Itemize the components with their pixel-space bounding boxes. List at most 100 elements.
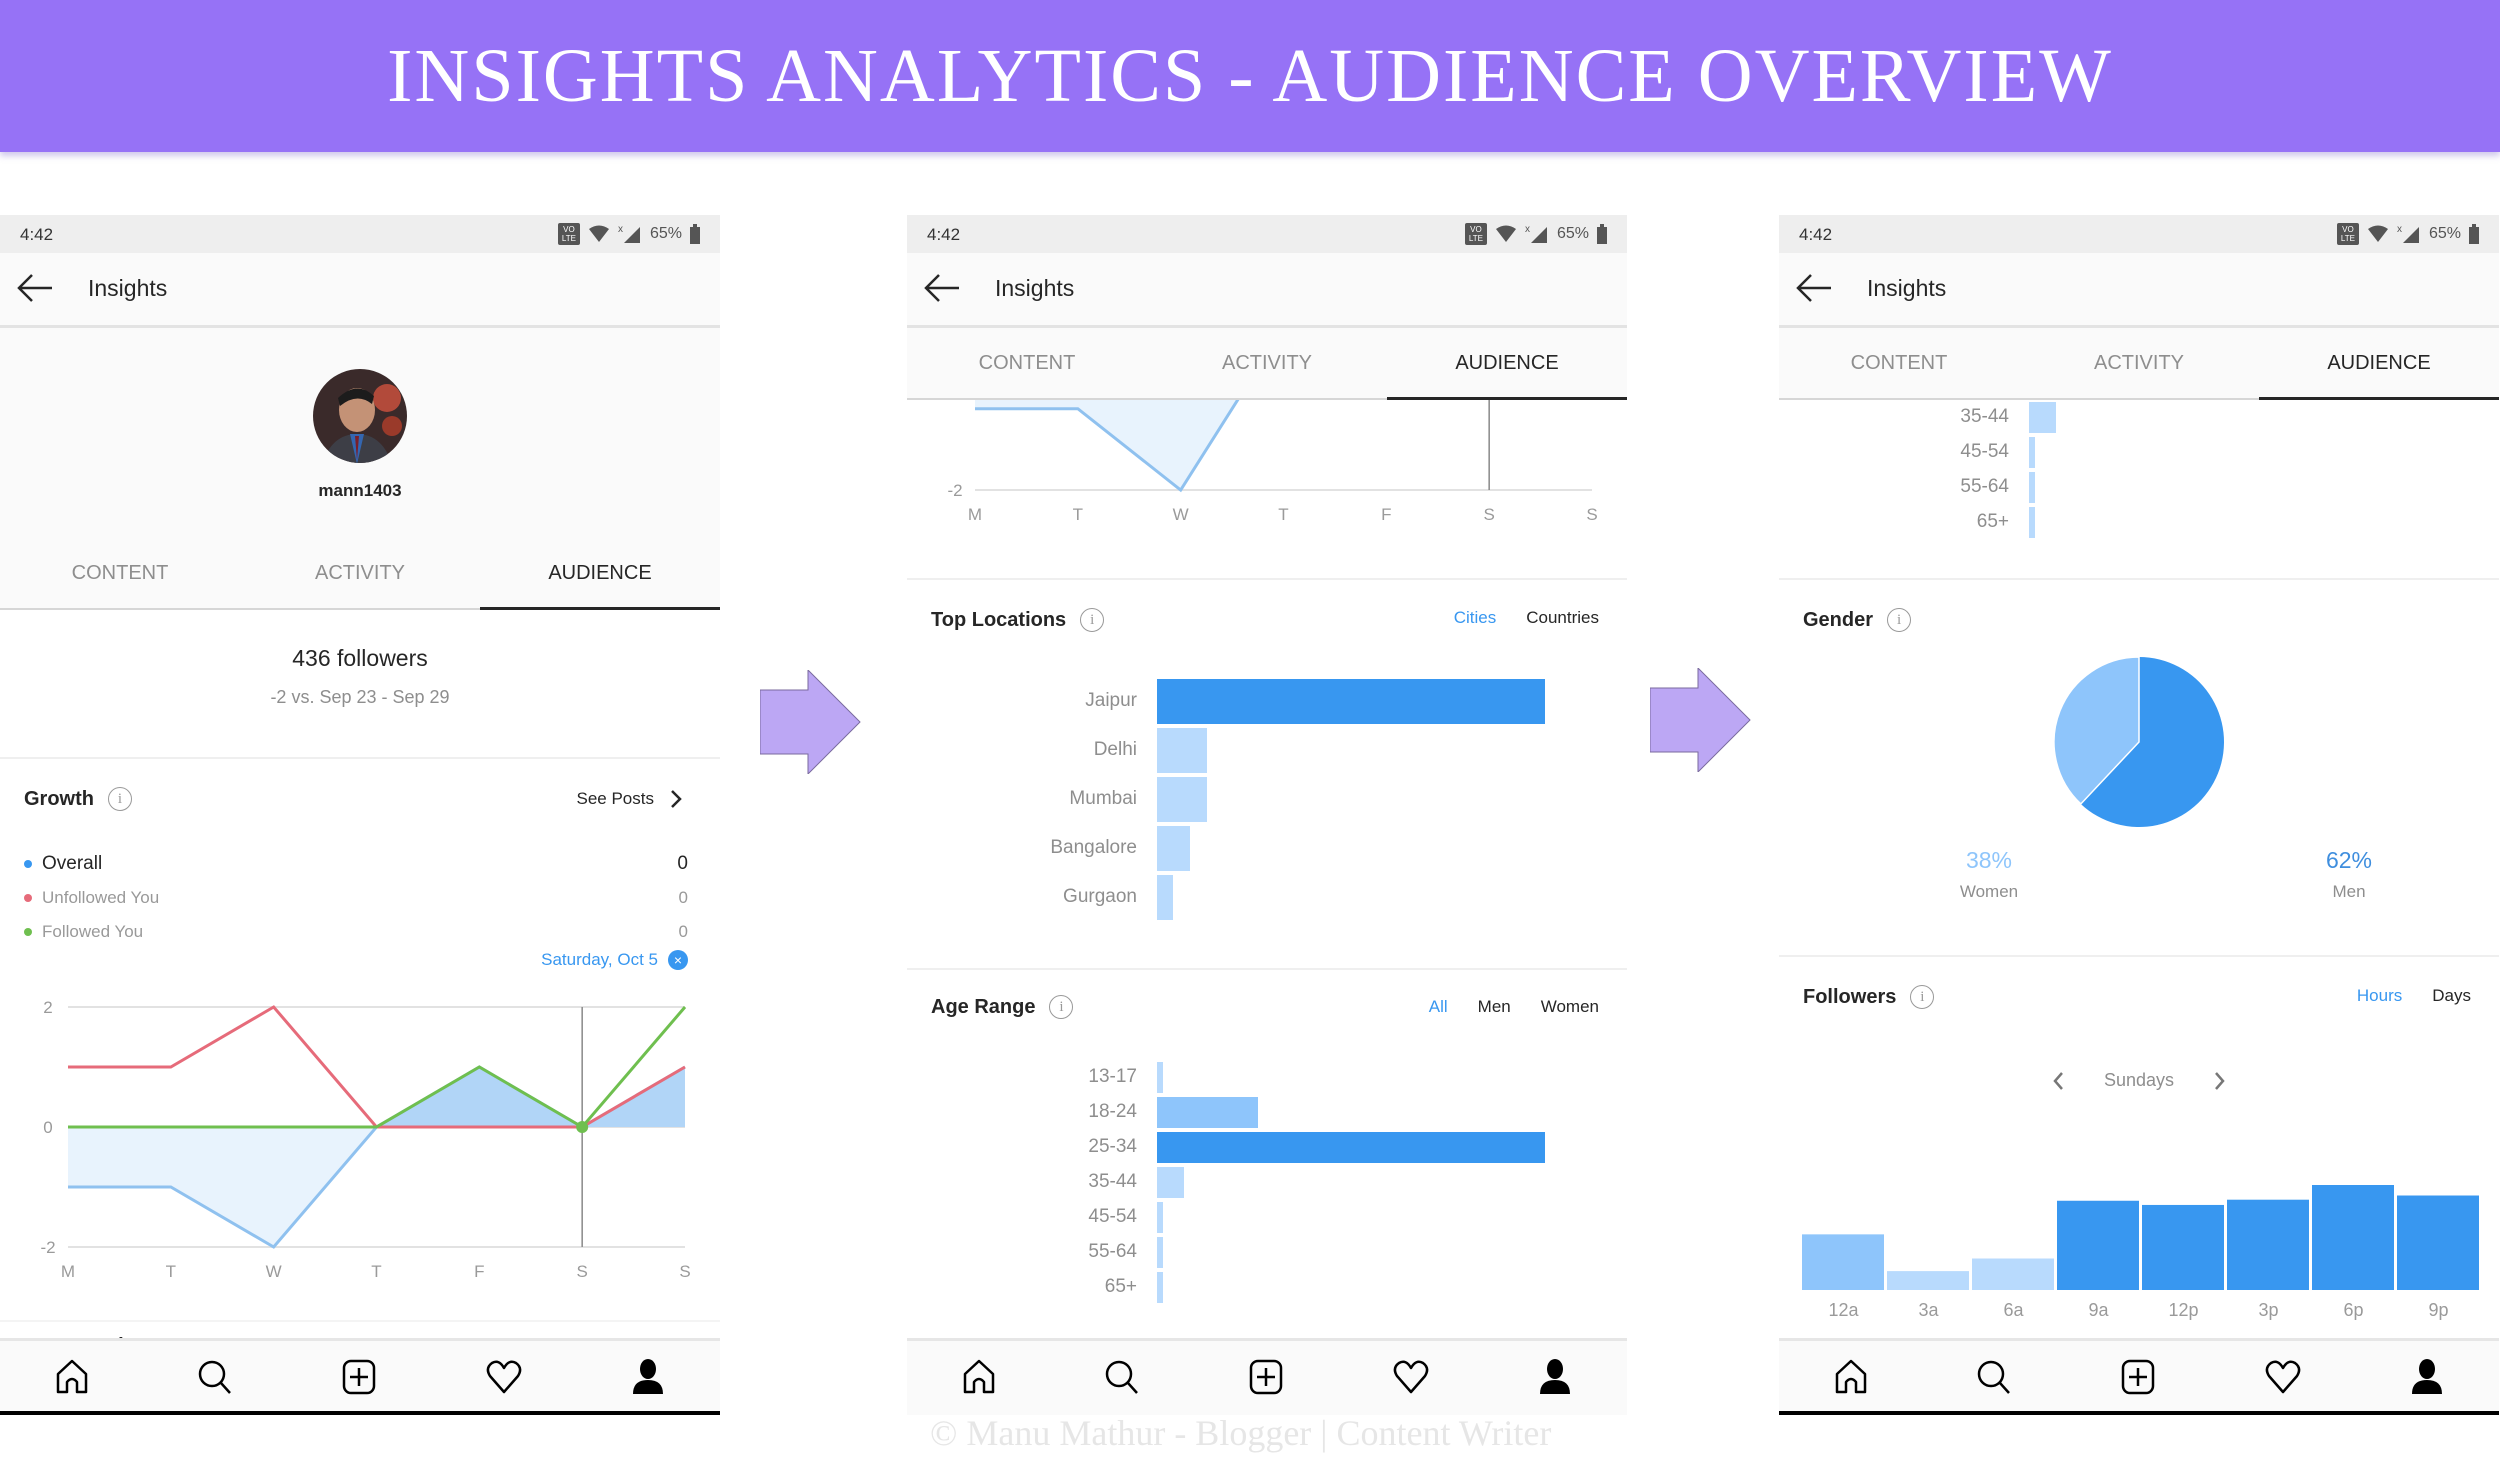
search-icon[interactable] [1101,1356,1145,1400]
selected-date-chip[interactable]: Saturday, Oct 5 × [541,950,688,970]
bar[interactable] [1157,826,1191,871]
chevron-right-icon[interactable] [2214,1071,2226,1091]
info-icon[interactable]: i [1049,995,1074,1019]
toggle-women[interactable]: Women [1541,997,1599,1017]
age-toggles: All Men Women [1429,997,1599,1017]
page-title: Insights [995,275,1075,301]
signal-icon: x [618,224,640,243]
overall-line [975,400,1240,493]
toggle-days[interactable]: Days [2432,986,2471,1006]
chevron-left-icon[interactable] [2052,1071,2064,1091]
legend-dot [24,928,32,936]
toggle-hours[interactable]: Hours [2357,986,2402,1006]
bar[interactable] [2029,472,2035,503]
tab-activity[interactable]: ACTIVITY [2019,328,2259,398]
bar-label: Delhi [1093,738,1137,760]
clear-date-icon[interactable]: × [668,950,688,970]
add-post-icon[interactable] [338,1356,382,1400]
hour-bar[interactable] [1802,1234,1884,1290]
profile-icon[interactable] [626,1356,670,1400]
see-posts-label: See Posts [576,789,655,808]
watermark: © Manu Mathur - Blogger | Content Writer [930,1413,1552,1453]
bar[interactable] [2029,402,2057,433]
bar[interactable] [1157,1272,1163,1303]
top-locations-title: Top Locations [931,608,1067,631]
tab-content[interactable]: CONTENT [907,328,1147,398]
divider [0,757,720,759]
home-icon[interactable] [957,1356,1001,1400]
bar[interactable] [1157,728,1208,773]
back-arrow-icon[interactable] [923,271,961,305]
tab-activity[interactable]: ACTIVITY [240,538,480,608]
bar[interactable] [1157,1167,1185,1198]
x-tick-label: 9p [2428,1300,2448,1320]
divider [0,1320,720,1322]
bar[interactable] [1157,1237,1163,1268]
bar-label: Jaipur [1085,689,1137,711]
bar[interactable] [1157,875,1174,920]
app-bar: Insights [0,253,720,328]
search-icon[interactable] [194,1356,238,1400]
heart-icon[interactable] [482,1356,526,1400]
bar[interactable] [1157,1202,1163,1233]
bar[interactable] [1157,1097,1258,1128]
tab-content[interactable]: CONTENT [1779,328,2019,398]
toggle-men[interactable]: Men [1478,997,1511,1017]
avatar[interactable] [312,368,408,464]
back-arrow-icon[interactable] [1795,271,1833,305]
hour-bar[interactable] [2397,1195,2479,1291]
profile-icon[interactable] [1533,1356,1577,1400]
bar[interactable] [1157,777,1208,822]
y-tick-label: 2 [43,998,52,1017]
tab-audience[interactable]: AUDIENCE [1387,328,1627,400]
highlight-point[interactable] [576,1121,589,1133]
add-post-icon[interactable] [1245,1356,1289,1400]
tab-activity[interactable]: ACTIVITY [1147,328,1387,398]
hour-bar[interactable] [2312,1185,2394,1290]
bar[interactable] [1157,679,1545,724]
hour-bar[interactable] [2142,1204,2224,1290]
bar[interactable] [2029,437,2035,468]
info-icon[interactable]: i [108,787,132,811]
wifi-icon [2367,225,2388,242]
hour-bar[interactable] [2227,1199,2309,1290]
home-icon[interactable] [50,1356,94,1400]
bar[interactable] [1157,1062,1163,1093]
profile-icon[interactable] [2405,1356,2449,1400]
tab-audience[interactable]: AUDIENCE [480,538,720,610]
status-time: 4:42 [20,225,54,244]
add-post-icon[interactable] [2117,1356,2161,1400]
back-arrow-icon[interactable] [16,271,54,305]
hour-bar[interactable] [1972,1258,2054,1291]
svg-text:x: x [618,224,623,235]
info-icon[interactable]: i [1910,985,1935,1009]
toggle-countries[interactable]: Countries [1526,608,1599,628]
banner-title: INSIGHTS ANALYTICS - AUDIENCE OVERVIEW [387,33,2113,118]
legend-label: Overall [42,853,103,874]
hour-bar[interactable] [2057,1200,2139,1290]
divider [907,578,1627,580]
info-icon[interactable]: i [1080,608,1105,632]
x-tick-label: S [1483,505,1494,524]
age-range-chart: 13-17 18-24 25-34 35-44 45-54 55-64 65+ [907,1060,1627,1310]
home-icon[interactable] [1829,1356,1873,1400]
hour-bar[interactable] [1887,1271,1969,1290]
tab-content[interactable]: CONTENT [0,538,240,608]
toggle-cities[interactable]: Cities [1454,608,1497,628]
bar-label: 13-17 [1088,1065,1137,1087]
info-icon[interactable]: i [1887,608,1912,632]
bar[interactable] [1157,1132,1545,1163]
x-tick-label: T [371,1262,381,1281]
page-title: Insights [88,275,168,301]
bar-label: 35-44 [1960,405,2009,427]
toggle-all[interactable]: All [1429,997,1448,1017]
heart-icon[interactable] [2261,1356,2305,1400]
see-posts-link[interactable]: See Posts [577,789,683,809]
tab-audience[interactable]: AUDIENCE [2259,328,2499,400]
heart-icon[interactable] [1389,1356,1433,1400]
search-icon[interactable] [1973,1356,2017,1400]
bar[interactable] [2029,507,2035,538]
bar-label: 65+ [1976,510,2009,532]
overall-area [68,1067,685,1247]
signal-icon: x [1525,224,1547,243]
